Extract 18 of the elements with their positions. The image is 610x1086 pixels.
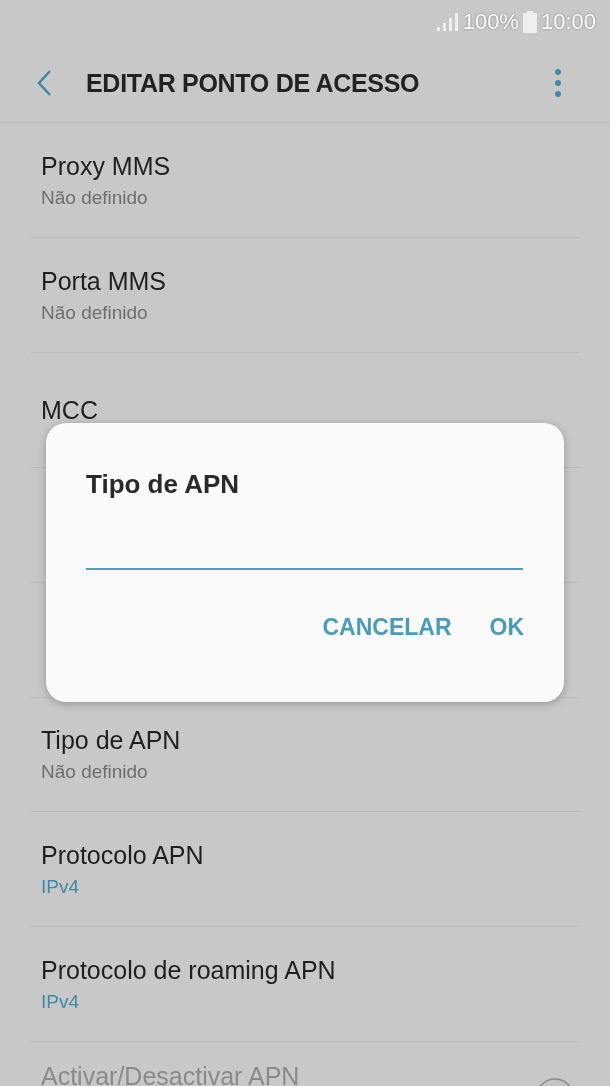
more-options-icon[interactable]: [554, 68, 562, 98]
setting-value: Não definido: [41, 301, 149, 324]
setting-title[interactable]: Porta MMS: [41, 266, 579, 296]
setting-title[interactable]: MCC: [41, 395, 579, 425]
setting-title[interactable]: Tipo de APN: [41, 725, 579, 755]
setting-title[interactable]: Protocolo APN: [41, 840, 579, 870]
setting-value: IPv4: [41, 990, 81, 1013]
dialog-title: Tipo de APN: [86, 469, 241, 500]
setting-value: Não definido: [41, 760, 149, 783]
setting-title: Activar/Desactivar APN: [41, 1062, 300, 1086]
setting-title[interactable]: Protocolo de roaming APN: [41, 955, 579, 985]
setting-value: IPv4: [41, 875, 81, 898]
setting-title[interactable]: Proxy MMS: [41, 151, 579, 181]
signal-icon: [434, 12, 459, 32]
setting-value: Não definido: [41, 186, 149, 209]
battery-icon: [522, 11, 537, 33]
screen-title: EDITAR PONTO DE ACESSO: [86, 68, 421, 98]
back-icon[interactable]: [36, 69, 52, 97]
